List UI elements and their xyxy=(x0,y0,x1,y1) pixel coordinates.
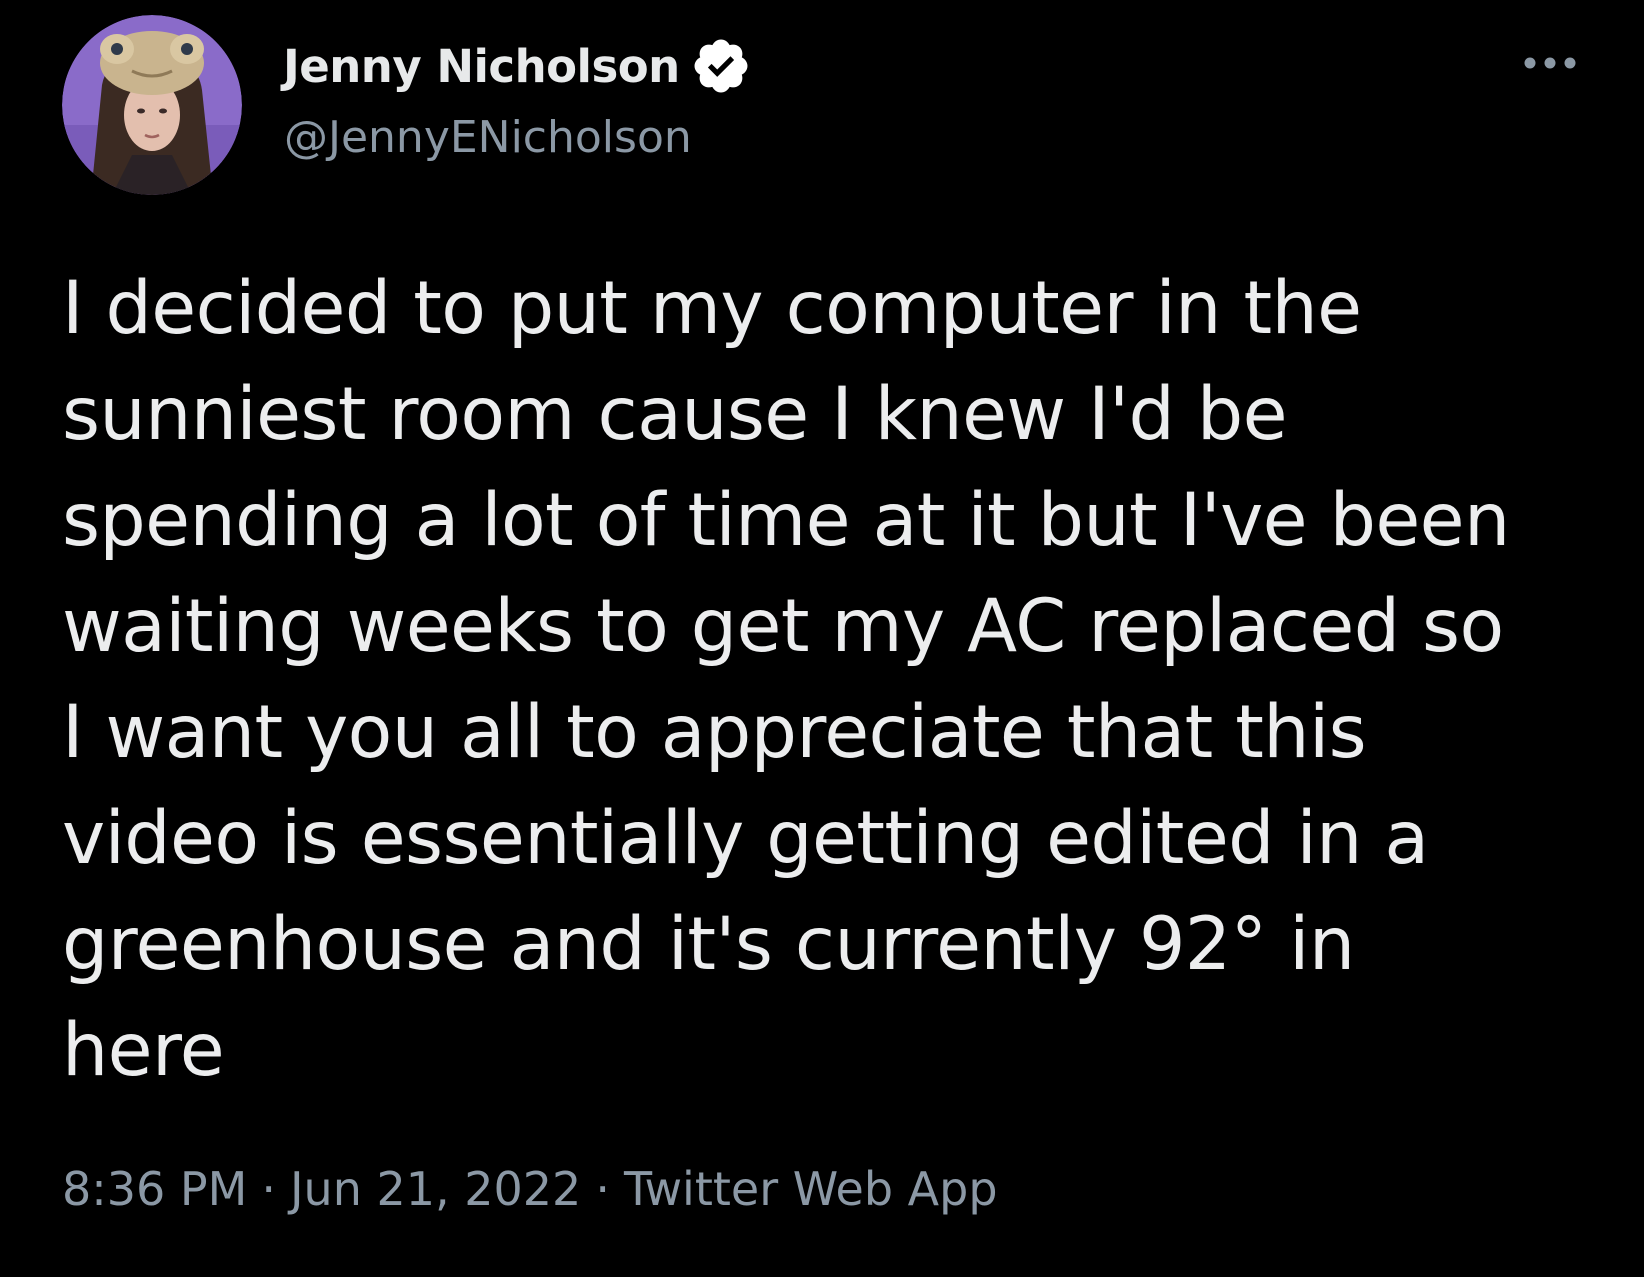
avatar-image xyxy=(62,15,242,195)
tweet-source[interactable]: Twitter Web App xyxy=(624,1162,998,1216)
more-options-icon xyxy=(1524,57,1576,69)
author-handle[interactable]: @JennyENicholson xyxy=(284,112,692,163)
avatar[interactable] xyxy=(62,15,242,195)
tweet-meta: 8:36 PM · Jun 21, 2022 · Twitter Web App xyxy=(62,1162,998,1216)
meta-separator: · xyxy=(595,1162,610,1216)
author-name-row: Jenny Nicholson xyxy=(283,34,752,98)
verified-badge-icon xyxy=(690,35,752,97)
tweet-text: I decided to put my computer in the sunn… xyxy=(62,266,1510,1093)
meta-separator: · xyxy=(261,1162,276,1216)
tweet-card: Jenny Nicholson @JennyENicholson I decid… xyxy=(0,0,1644,1277)
tweet-time[interactable]: 8:36 PM xyxy=(62,1162,247,1216)
display-name[interactable]: Jenny Nicholson xyxy=(283,40,680,93)
more-options-button[interactable] xyxy=(1515,40,1585,86)
tweet-date[interactable]: Jun 21, 2022 xyxy=(290,1162,581,1216)
